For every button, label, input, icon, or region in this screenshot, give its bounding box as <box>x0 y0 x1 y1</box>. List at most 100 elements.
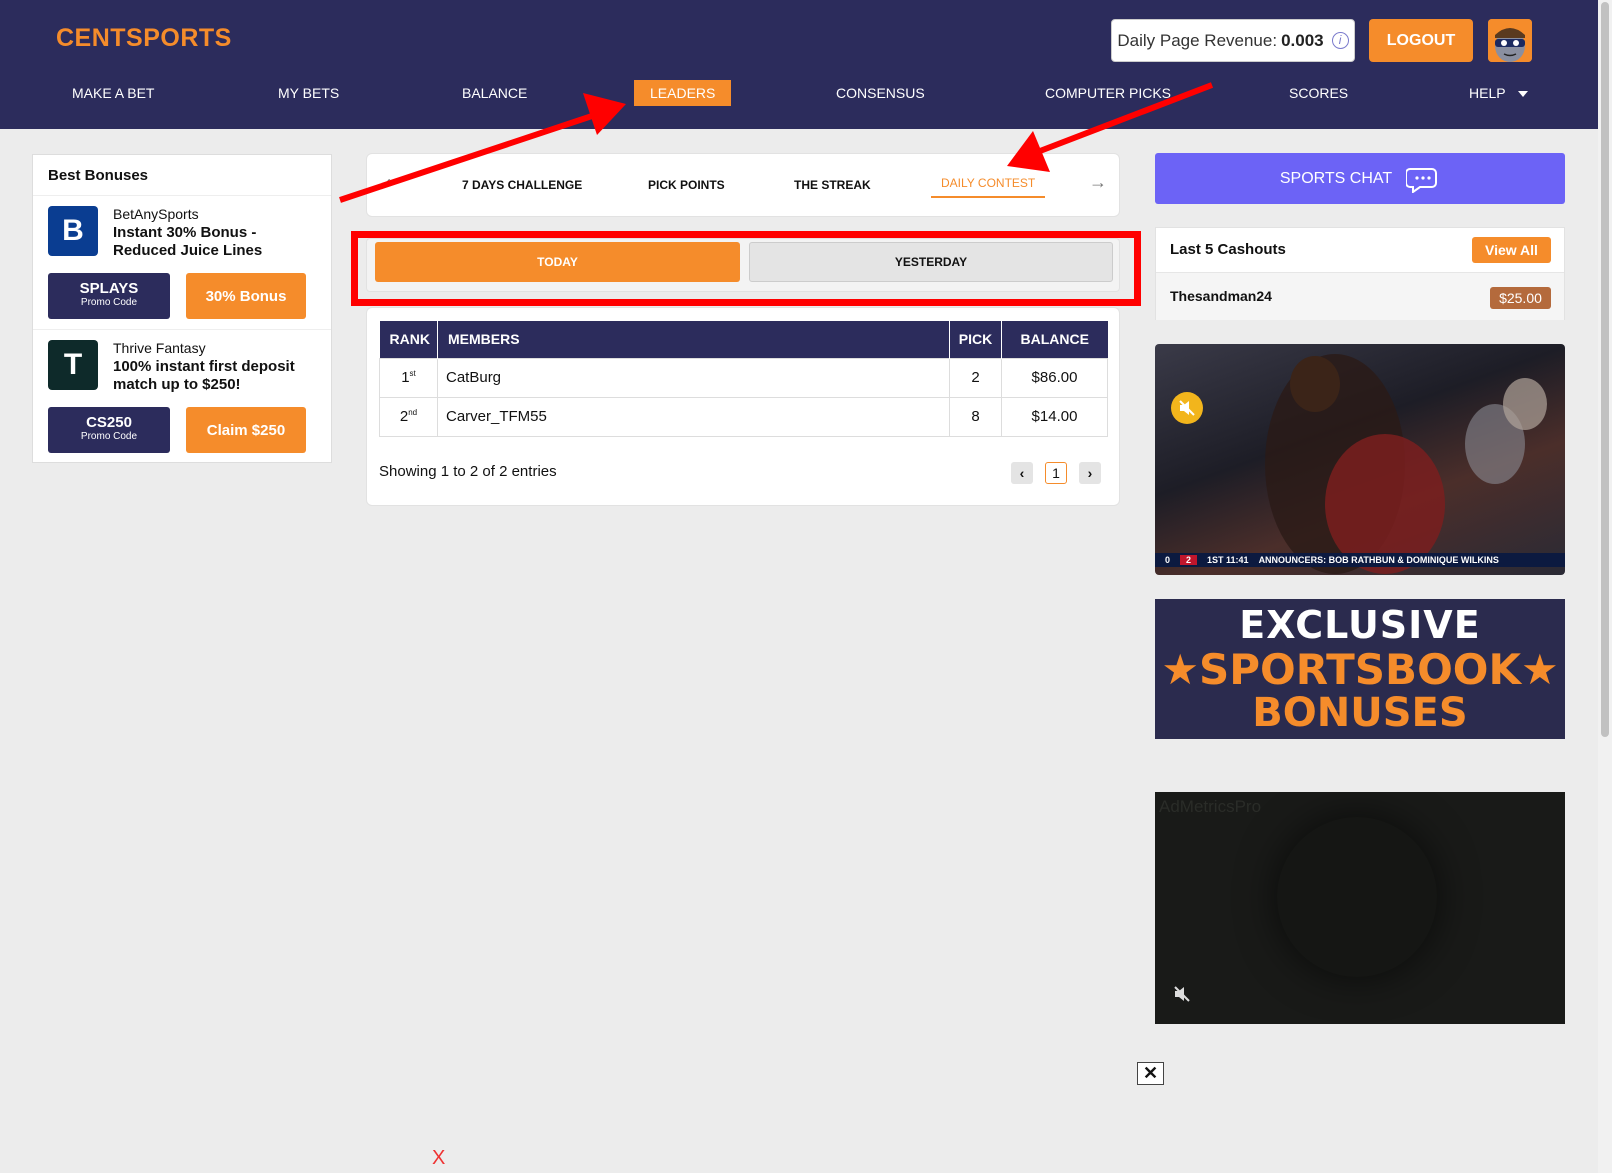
nav-consensus[interactable]: CONSENSUS <box>836 80 925 106</box>
ad-video-player[interactable]: AdMetricsPro <box>1155 792 1565 1024</box>
info-icon[interactable]: i <box>1331 32 1349 49</box>
speaker-muted-glyph <box>1179 400 1195 416</box>
entries-info: Showing 1 to 2 of 2 entries <box>379 463 557 480</box>
col-rank[interactable]: RANK <box>379 321 438 358</box>
nav-my-bets[interactable]: MY BETS <box>278 80 339 106</box>
tab-7-days-challenge[interactable]: 7 DAYS CHALLENGE <box>462 178 582 192</box>
speaker-muted-glyph <box>1174 986 1190 1002</box>
ad-line-3: BONUSES <box>1252 690 1468 736</box>
table-row: 2nd Carver_TFM55 8 $14.00 <box>379 396 1108 437</box>
thrive-fantasy-logo: T <box>48 340 98 390</box>
bonus-name: BetAnySports <box>113 206 199 222</box>
score-home: 0 <box>1165 555 1171 565</box>
view-all-button[interactable]: View All <box>1472 237 1551 263</box>
nav-scores[interactable]: SCORES <box>1289 80 1348 106</box>
score-bar: 0 2 1ST 11:41 ANNOUNCERS: BOB RATHBUN & … <box>1155 553 1565 567</box>
game-clock: 1ST 11:41 <box>1207 555 1249 565</box>
claim-bonus-button[interactable]: 30% Bonus <box>186 273 306 319</box>
score-away: 2 <box>1180 555 1198 565</box>
nav-make-a-bet[interactable]: MAKE A BET <box>72 80 154 106</box>
col-balance[interactable]: BALANCE <box>1001 321 1108 358</box>
close-ad-icon[interactable]: ✕ <box>1137 1062 1164 1085</box>
nav-help-label: HELP <box>1469 85 1506 101</box>
ad-line-1: EXCLUSIVE <box>1239 603 1481 647</box>
cashout-user: Thesandman24 <box>1170 288 1272 304</box>
balance-cell: $86.00 <box>1001 357 1108 398</box>
page-scrollbar[interactable] <box>1598 0 1612 1173</box>
chat-bubble-icon <box>1406 167 1438 193</box>
tab-pick-points[interactable]: PICK POINTS <box>648 178 725 192</box>
annotation-highlight-box <box>351 231 1141 306</box>
promo-code-label: Promo Code <box>80 297 138 308</box>
sportsbook-bonuses-ad[interactable]: EXCLUSIVE ★SPORTSBOOK★ BONUSES <box>1155 599 1565 739</box>
video-placeholder-circle <box>1277 817 1437 977</box>
nav-balance[interactable]: BALANCE <box>462 80 527 106</box>
nav-help[interactable]: HELP <box>1469 80 1528 106</box>
main-nav: MAKE A BET MY BETS BALANCE LEADERS CONSE… <box>0 80 1598 106</box>
pagination-prev-icon[interactable]: ‹ <box>1011 462 1033 484</box>
tabs-prev-arrow-icon[interactable]: ‹ <box>385 172 391 193</box>
leaderboard-table: RANK MEMBERS PICK BALANCE 1st CatBurg 2 … <box>379 321 1108 437</box>
contest-tabs: ‹ 7 DAYS CHALLENGE PICK POINTS THE STREA… <box>366 153 1120 217</box>
tab-daily-contest[interactable]: DAILY CONTEST <box>931 176 1046 198</box>
tab-the-streak[interactable]: THE STREAK <box>794 178 871 192</box>
claim-bonus-button[interactable]: Claim $250 <box>186 407 306 453</box>
ad-brand-watermark: AdMetricsPro <box>1159 797 1262 816</box>
basketball-video-player[interactable]: 0 2 1ST 11:41 ANNOUNCERS: BOB RATHBUN & … <box>1155 344 1565 575</box>
bonus-card: T Thrive Fantasy 100% instant first depo… <box>33 330 331 464</box>
revenue-value: 0.003 <box>1281 30 1324 50</box>
bonus-description: 100% instant first deposit match up to $… <box>113 358 295 393</box>
announcers: ANNOUNCERS: BOB RATHBUN & DOMINIQUE WILK… <box>1258 555 1499 565</box>
cashout-amount-badge: $25.00 <box>1490 287 1551 309</box>
tabs-next-arrow-icon[interactable]: → <box>1089 172 1107 193</box>
nav-leaders[interactable]: LEADERS <box>634 80 732 106</box>
cashouts-title: Last 5 Cashouts <box>1170 241 1286 258</box>
muted-speaker-icon[interactable] <box>1171 392 1203 424</box>
user-avatar[interactable] <box>1488 19 1532 62</box>
promo-code-button[interactable]: SPLAYS Promo Code <box>48 273 170 319</box>
pick-cell: 2 <box>949 357 1002 398</box>
pick-cell: 8 <box>949 396 1002 437</box>
muted-speaker-icon[interactable] <box>1173 985 1191 1008</box>
chevron-down-icon <box>1517 91 1528 98</box>
table-header-row: RANK MEMBERS PICK BALANCE <box>379 321 1108 358</box>
sports-chat-button[interactable]: SPORTS CHAT <box>1155 153 1565 204</box>
rank-value: 2 <box>399 408 409 425</box>
bonus-name: Thrive Fantasy <box>113 340 206 356</box>
table-row: 1st CatBurg 2 $86.00 <box>379 357 1108 398</box>
rank-suffix: nd <box>408 408 418 417</box>
member-cell: Carver_TFM55 <box>437 396 950 437</box>
best-bonuses-panel: Best Bonuses B BetAnySports Instant 30% … <box>32 154 332 463</box>
daily-revenue-box: Daily Page Revenue: 0.003 i <box>1111 19 1355 62</box>
nav-computer-picks[interactable]: COMPUTER PICKS <box>1045 80 1171 106</box>
scrollbar-thumb[interactable] <box>1601 2 1609 737</box>
ad-line-2: ★SPORTSBOOK★ <box>1161 645 1559 694</box>
rank-cell: 2nd <box>379 396 438 437</box>
sports-chat-label: SPORTS CHAT <box>1279 169 1393 187</box>
col-members[interactable]: MEMBERS <box>437 321 950 358</box>
pagination-next-icon[interactable]: › <box>1079 462 1101 484</box>
bonus-description: Instant 30% Bonus - Reduced Juice Lines <box>113 224 263 259</box>
top-header: CENTSPORTS Daily Page Revenue: 0.003 i L… <box>0 0 1598 129</box>
cashout-row: Thesandman24 $25.00 <box>1156 272 1564 320</box>
video-frame <box>1265 354 1547 574</box>
rank-cell: 1st <box>379 357 438 398</box>
bonus-card: B BetAnySports Instant 30% Bonus - Reduc… <box>33 196 331 330</box>
leaderboard-card: RANK MEMBERS PICK BALANCE 1st CatBurg 2 … <box>366 307 1120 506</box>
promo-code-label: Promo Code <box>80 431 138 442</box>
promo-code: SPLAYS <box>79 280 139 297</box>
promo-code-button[interactable]: CS250 Promo Code <box>48 407 170 453</box>
promo-code: CS250 <box>86 414 132 431</box>
bonuses-title: Best Bonuses <box>33 155 331 196</box>
rank-value: 1 <box>401 369 410 386</box>
masked-avatar-icon <box>1488 19 1532 62</box>
betanysports-logo: B <box>48 206 98 256</box>
pagination-page-1[interactable]: 1 <box>1045 462 1067 484</box>
last-cashouts-panel: Last 5 Cashouts View All Thesandman24 $2… <box>1155 227 1565 320</box>
site-logo[interactable]: CENTSPORTS <box>56 24 232 53</box>
col-pick[interactable]: PICK <box>949 321 1002 358</box>
rank-suffix: st <box>409 369 416 378</box>
logout-button[interactable]: LOGOUT <box>1369 19 1473 62</box>
balance-cell: $14.00 <box>1001 396 1108 437</box>
ad-close-mark-icon[interactable]: X <box>432 1147 458 1173</box>
